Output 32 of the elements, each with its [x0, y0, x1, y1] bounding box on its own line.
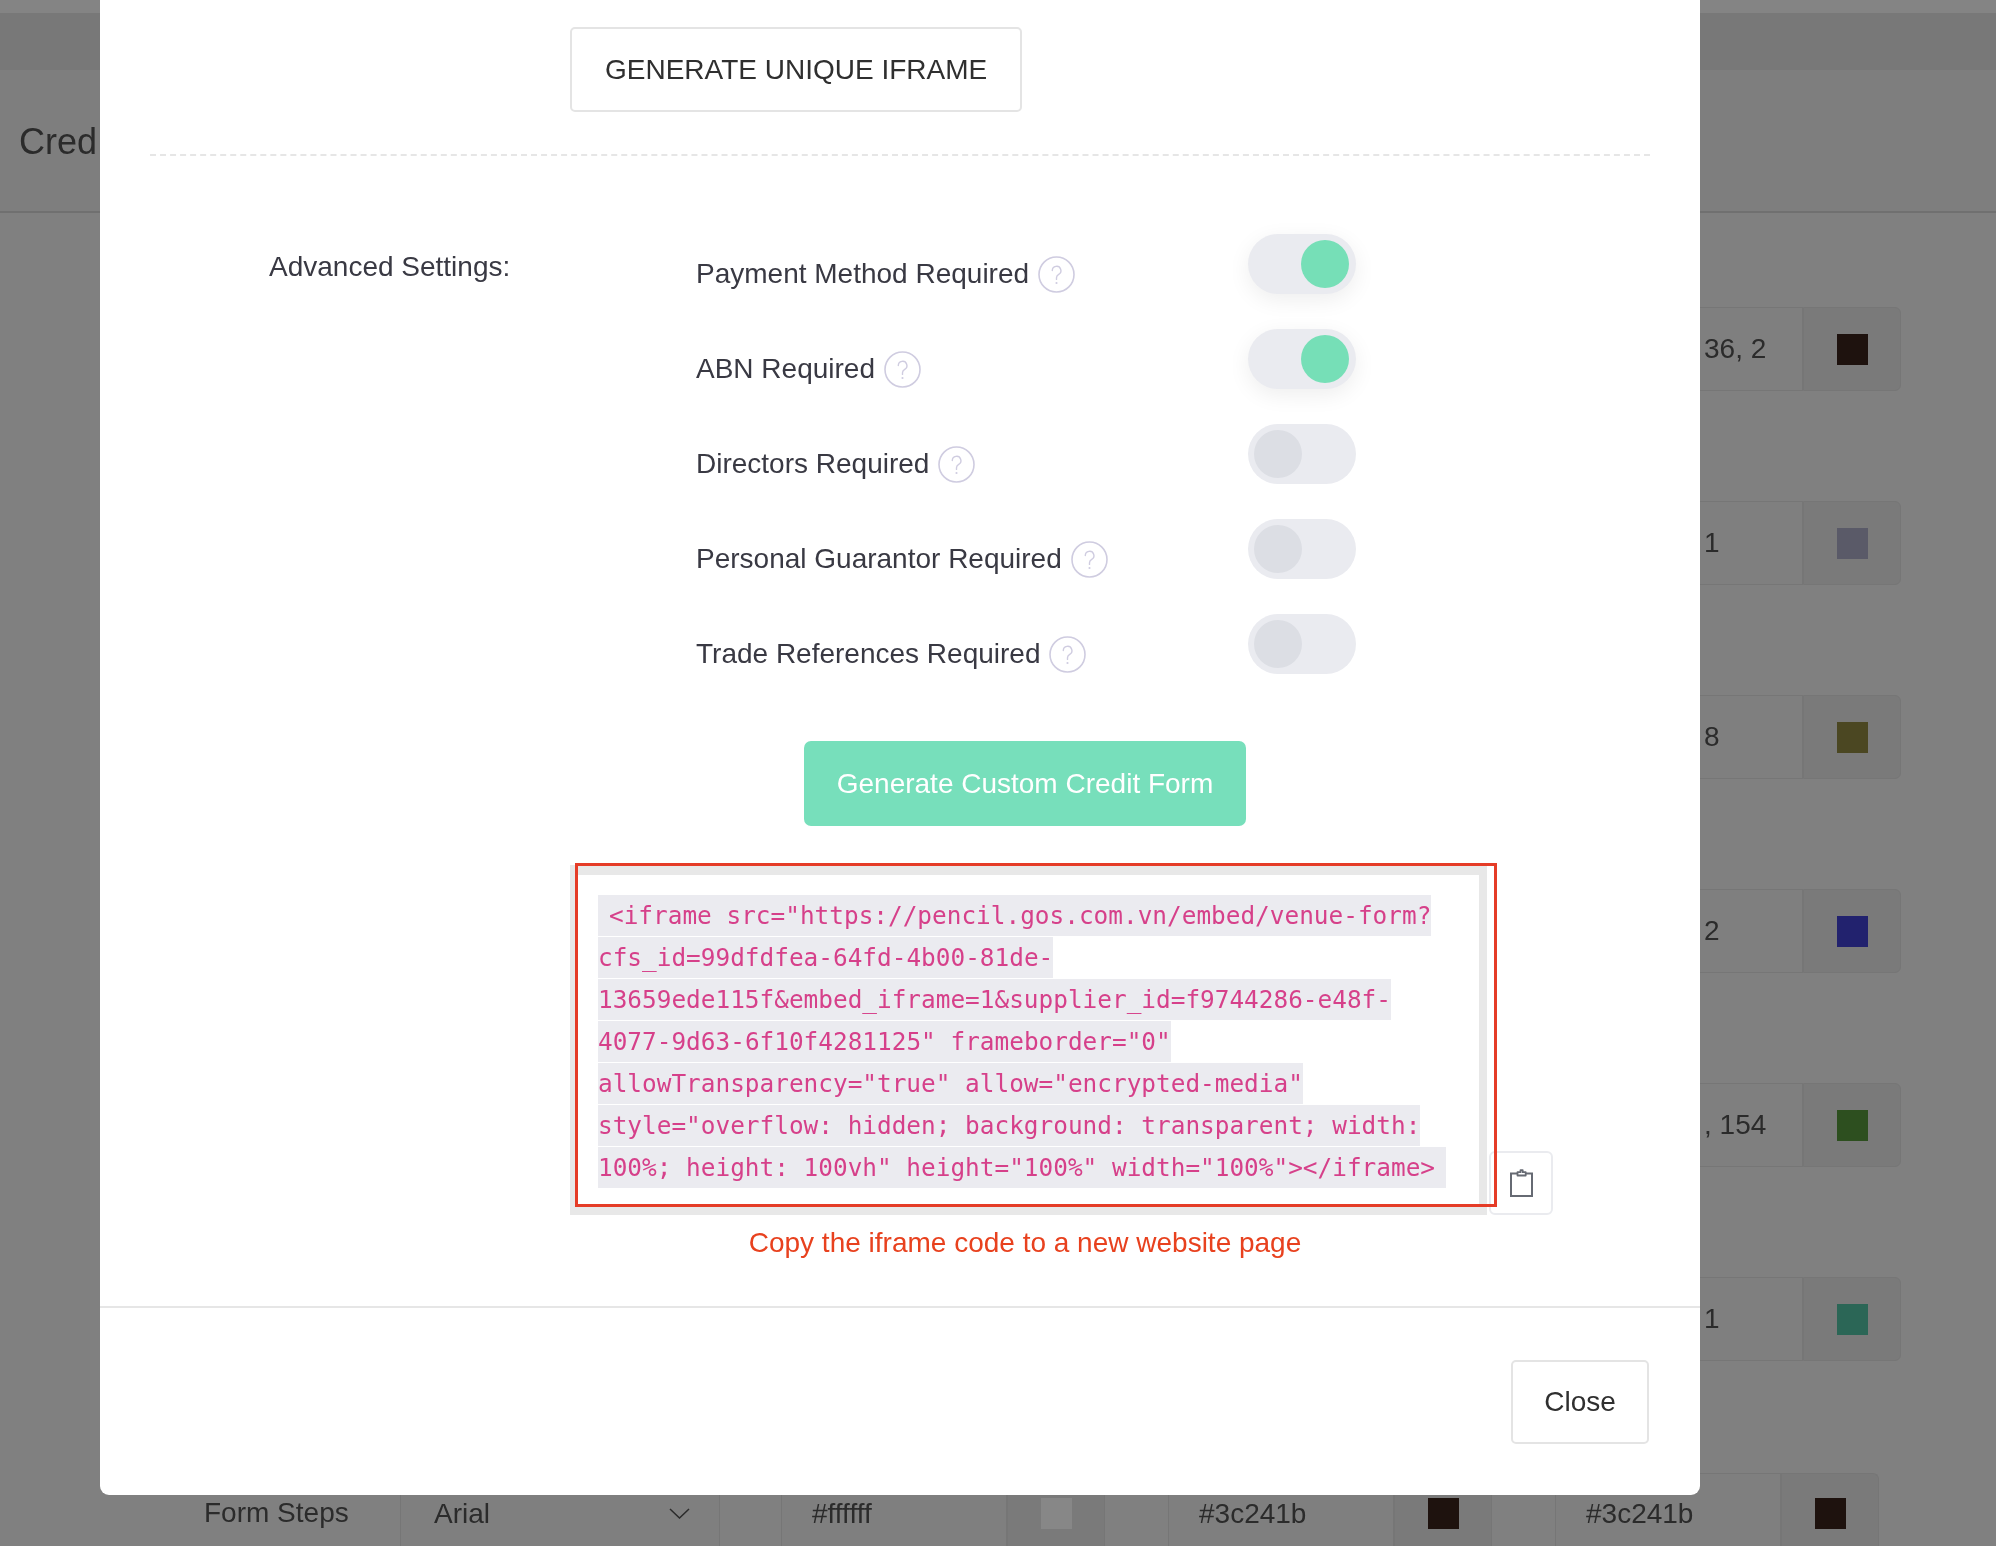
- color-picker-button[interactable]: [1803, 1277, 1901, 1361]
- color-input[interactable]: 36, 2: [1700, 307, 1803, 391]
- color-input[interactable]: 2: [1700, 889, 1803, 973]
- setting-label: ABN Required: [696, 352, 875, 386]
- setting-label: Personal Guarantor Required: [696, 542, 1062, 576]
- color-picker-button[interactable]: [1803, 695, 1901, 779]
- color-input[interactable]: 1: [1700, 501, 1803, 585]
- help-icon[interactable]: [1038, 255, 1076, 293]
- color-picker-button[interactable]: [1781, 1473, 1879, 1546]
- color-picker-button[interactable]: [1803, 307, 1901, 391]
- setting-label: Directors Required: [696, 447, 930, 481]
- section-label: Advanced Settings:: [269, 250, 511, 284]
- setting-label: Payment Method Required: [696, 257, 1030, 291]
- help-icon[interactable]: [1070, 540, 1108, 578]
- copy-button[interactable]: [1489, 1151, 1553, 1215]
- color-picker-button[interactable]: [1803, 889, 1901, 973]
- page-title: Cred: [19, 120, 98, 164]
- setting-label: Trade References Required: [696, 637, 1041, 671]
- color-input[interactable]: 8: [1700, 695, 1803, 779]
- color-input[interactable]: , 154: [1700, 1083, 1803, 1167]
- row-label: Form Steps: [204, 1495, 349, 1530]
- color-input[interactable]: 1: [1700, 1277, 1803, 1361]
- instruction-text: Copy the iframe code to a new website page: [748, 1226, 1302, 1260]
- help-icon[interactable]: [1049, 635, 1087, 673]
- clipboard-icon: [1509, 1169, 1533, 1197]
- chevron-down-icon: [669, 1508, 690, 1519]
- color-picker-button[interactable]: [1803, 501, 1901, 585]
- help-icon[interactable]: [938, 445, 976, 483]
- help-icon[interactable]: [884, 350, 921, 388]
- generate-iframe-button[interactable]: GENERATE UNIQUE IFRAME: [570, 27, 1023, 112]
- color-picker-button[interactable]: [1803, 1083, 1901, 1167]
- close-button[interactable]: Close: [1511, 1360, 1649, 1444]
